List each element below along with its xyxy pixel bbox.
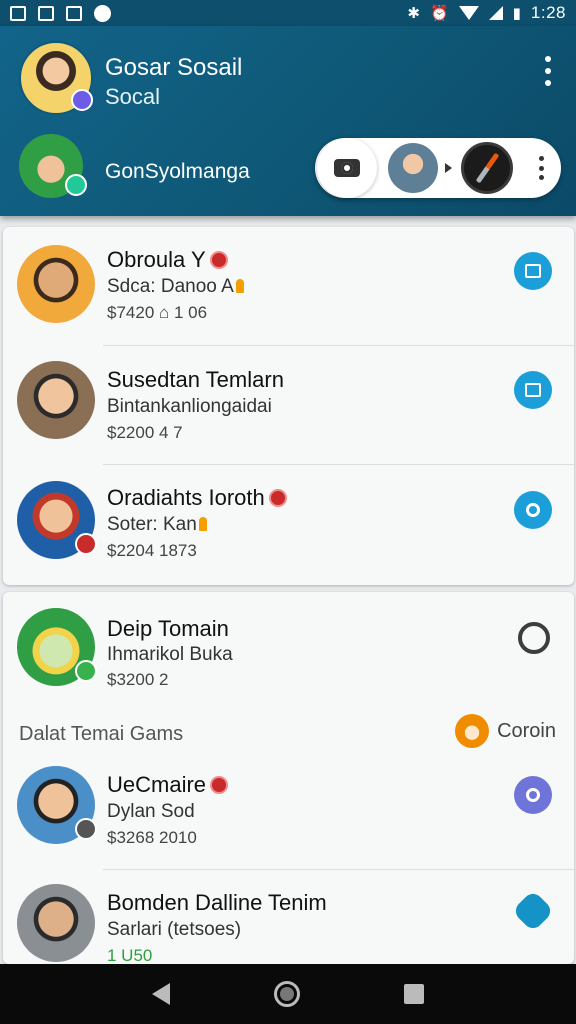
image-icon: [10, 5, 26, 21]
contact-name: Susedtan Temlarn: [107, 367, 284, 392]
navigation-bar: [0, 964, 576, 1024]
contact-subtitle: Sdca: Danoo A: [107, 276, 244, 298]
sync-badge-icon: [65, 174, 87, 196]
secondary-avatar[interactable]: [19, 134, 87, 198]
camera-button[interactable]: [317, 138, 377, 198]
chat-icon: [526, 503, 540, 517]
list-item[interactable]: Obroula Y Sdca: Danoo A $7420 ⌂ 1 06: [3, 227, 574, 345]
contact-meta: 1 U50: [107, 946, 153, 965]
contact-meta: $7420 ⌂ 1 06: [107, 303, 208, 322]
header-title: Gosar Sosail: [105, 54, 243, 81]
chat-icon: [526, 788, 540, 802]
profile-avatar[interactable]: [19, 41, 93, 115]
section-right-label: Coroin: [497, 719, 556, 742]
compass-button[interactable]: [461, 142, 513, 194]
pill-avatar[interactable]: [388, 143, 438, 193]
compass-icon: [475, 152, 499, 184]
chat-button[interactable]: [514, 776, 552, 814]
header-subtitle: Socal: [105, 84, 161, 109]
arrow-icon: [445, 163, 452, 173]
contact-card-top: Obroula Y Sdca: Danoo A $7420 ⌂ 1 06 Sus…: [3, 227, 574, 585]
section-right[interactable]: Coroin: [455, 714, 556, 748]
contact-name: Bomden Dalline Tenim: [107, 890, 327, 915]
contact-subtitle: Bintankanliongaidai: [107, 396, 272, 417]
badge-button[interactable]: [511, 889, 555, 933]
battery-icon: ▮: [512, 5, 521, 22]
clock: 1:28: [530, 3, 566, 22]
signal-icon: [488, 6, 503, 20]
chat-button[interactable]: [518, 622, 550, 654]
section-label: Dalat Temai Gams: [19, 723, 184, 745]
contact-meta: $2200 4 7: [107, 423, 183, 442]
wifi-icon: [458, 6, 479, 20]
avatar: [17, 245, 95, 323]
heart-icon: [268, 489, 287, 507]
edit-icon: [525, 264, 541, 278]
quick-actions-pill: [315, 138, 561, 198]
edit-icon: [525, 383, 541, 397]
contact-meta: $3268 2010: [107, 828, 197, 847]
contact-subtitle: Ihmarikol Buka: [107, 644, 233, 665]
contact-card-bottom: Deip Tomain Ihmarikol Buka $3200 2 Dalat…: [3, 592, 574, 965]
contact-name: Deip Tomain: [107, 616, 229, 641]
secondary-name: GonSyolmanga: [105, 160, 250, 183]
contact-subtitle: Sarlari (tetsoes): [107, 919, 242, 940]
contact-meta: $3200 2: [107, 670, 169, 689]
key-icon: [198, 517, 207, 531]
back-icon[interactable]: [152, 983, 170, 1005]
recents-icon[interactable]: [404, 984, 424, 1004]
contact-name: Oradiahts Ioroth: [107, 485, 287, 511]
more-vert-icon[interactable]: [540, 56, 556, 86]
status-bar: ✱ ⏰ ▮ 1:28: [0, 0, 576, 26]
home-icon[interactable]: [274, 981, 300, 1007]
contact-name: UeCmaire: [107, 772, 229, 798]
avatar: [17, 361, 95, 439]
contact-subtitle: Dylan Sod: [107, 801, 195, 822]
list-item[interactable]: Susedtan Temlarn Bintankanliongaidai $22…: [3, 346, 574, 464]
heart-badge-icon: [75, 533, 97, 555]
edit-button[interactable]: [514, 252, 552, 290]
alarm-icon: ⏰: [429, 5, 449, 22]
avatar: [17, 481, 97, 559]
settings-badge-icon: [75, 818, 97, 840]
key-icon: [235, 279, 244, 293]
list-item[interactable]: Oradiahts Ioroth Soter: Kan $2204 1873: [3, 465, 574, 583]
chat-button[interactable]: [514, 491, 552, 529]
nfc-icon: ✱: [407, 5, 420, 22]
fox-icon: [455, 714, 490, 748]
verified-badge-icon: [71, 89, 93, 111]
list-item[interactable]: UeCmaire Dylan Sod $3268 2010: [3, 762, 574, 880]
pill-more-icon[interactable]: [539, 156, 545, 180]
avatar: [17, 884, 95, 962]
heart-icon: [210, 776, 229, 794]
camera-icon: [334, 159, 360, 177]
circle-icon: [94, 4, 111, 22]
avatar: [17, 608, 97, 686]
heart-icon: [209, 251, 228, 269]
check-badge-icon: [75, 660, 97, 682]
contact-subtitle: Soter: Kan: [107, 514, 207, 536]
edit-button[interactable]: [514, 371, 552, 409]
avatar: [17, 766, 97, 844]
photo-icon: [66, 5, 82, 21]
app-header: Gosar Sosail Socal GonSyolmanga: [0, 26, 576, 216]
list-item[interactable]: Deip Tomain Ihmarikol Buka $3200 2: [3, 592, 574, 710]
grid-icon: [38, 5, 54, 21]
contact-name: Obroula Y: [107, 247, 228, 273]
contact-meta: $2204 1873: [107, 541, 197, 560]
